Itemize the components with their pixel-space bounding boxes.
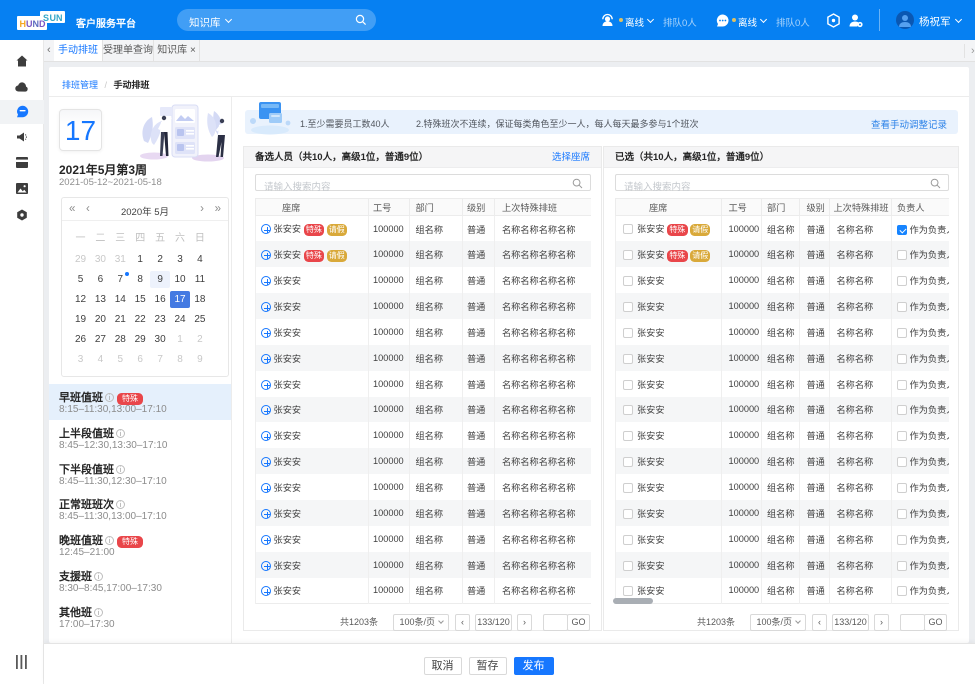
- svg-text:S: S: [43, 13, 49, 23]
- svg-text:N: N: [56, 13, 63, 23]
